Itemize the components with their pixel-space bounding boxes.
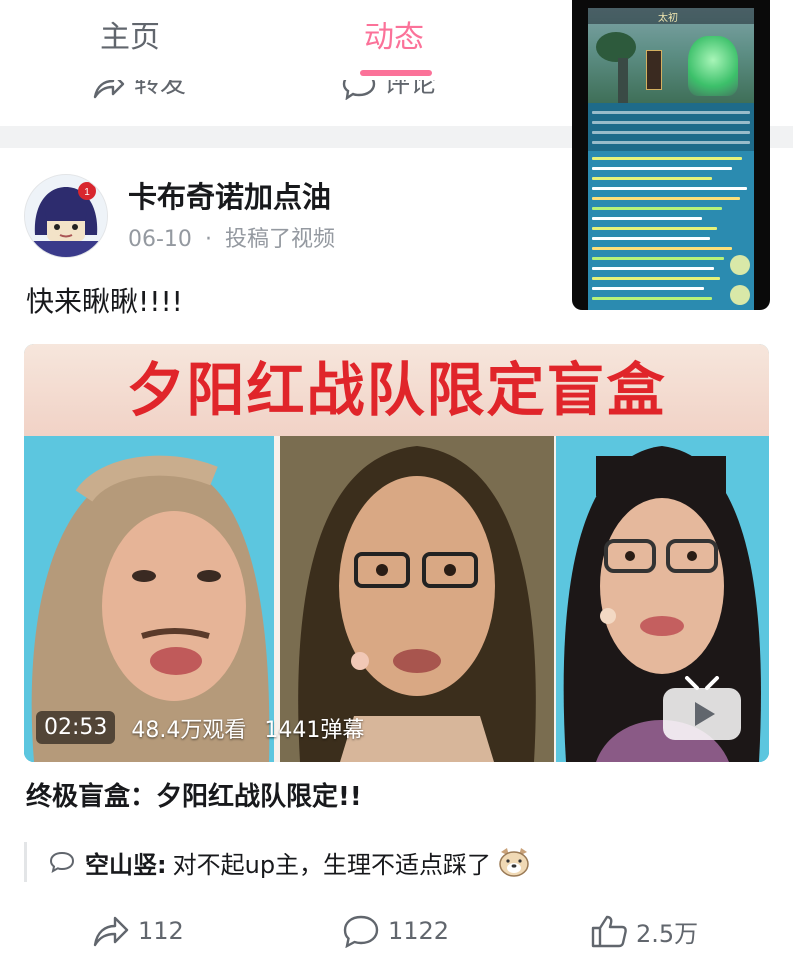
comment-count: 1122 <box>388 917 450 945</box>
log-line <box>592 227 717 230</box>
post-meta: 06-10 · 投稿了视频 <box>128 224 341 256</box>
log-line <box>592 277 720 280</box>
comment-bubble-icon <box>49 851 75 873</box>
stat-line <box>592 131 750 134</box>
log-line <box>592 287 704 290</box>
log-line <box>592 247 732 250</box>
game-scene: 太初 <box>588 8 754 103</box>
hot-comment-user[interactable]: 空山竖: <box>85 845 167 880</box>
mini-player-title: 太初 <box>658 13 678 24</box>
hot-comment-text: 对不起up主，生理不适点踩了 <box>172 850 492 879</box>
comment-icon <box>343 915 379 948</box>
author-name[interactable]: 卡布奇诺加点油 <box>128 178 331 216</box>
log-line <box>592 177 712 180</box>
svg-text:1: 1 <box>84 187 90 198</box>
thumbs-up-icon <box>591 915 627 948</box>
video-title[interactable]: 终极盲盒：夕阳红战队限定!! <box>26 778 362 816</box>
log-line <box>592 157 742 160</box>
game-log-panel <box>588 151 754 310</box>
post-text: 快来瞅瞅!!!! <box>26 285 183 318</box>
log-line <box>592 297 712 300</box>
video-cover-headline: 夕阳红战队限定盲盒 <box>126 356 667 424</box>
post-action-text: 投稿了视频 <box>224 227 335 252</box>
active-tab-indicator <box>360 70 432 76</box>
tab-dynamic[interactable]: 动态 <box>364 18 424 58</box>
share-icon <box>93 916 129 947</box>
game-stats-panel <box>588 103 754 151</box>
stat-line <box>592 141 750 144</box>
log-line <box>592 267 714 270</box>
dynamic-feed-page: 转发 评论 主页 动态 太初 1 卡布奇诺加点油 06-10 · 投稿了视频 快… <box>0 0 793 960</box>
menu-icon <box>730 285 750 305</box>
avatar-image: 1 <box>25 175 107 257</box>
log-line <box>592 207 722 210</box>
scene-sign <box>646 50 662 90</box>
dog-emoji-icon <box>499 848 529 877</box>
scene-tree <box>596 32 636 62</box>
post-date: 06-10 <box>128 227 192 252</box>
like-button[interactable]: 2.5万 <box>590 910 698 952</box>
floating-mini-player[interactable]: 太初 <box>572 0 770 310</box>
log-line <box>592 217 702 220</box>
log-line <box>592 257 724 260</box>
scene-pillar <box>618 58 628 103</box>
like-count: 2.5万 <box>636 919 699 948</box>
video-duration: 02:53 <box>36 711 116 744</box>
stat-line <box>592 121 750 124</box>
forward-count: 112 <box>138 917 184 945</box>
log-line <box>592 197 740 200</box>
play-video-icon[interactable] <box>661 676 743 742</box>
scene-character <box>688 36 738 96</box>
forward-button[interactable]: 112 <box>92 910 184 952</box>
video-stats: 02:53 48.4万观看 1441弹幕 <box>36 711 364 744</box>
log-line <box>592 167 732 170</box>
video-danmaku-count: 1441弹幕 <box>264 717 365 743</box>
author-avatar[interactable]: 1 <box>24 174 108 258</box>
log-line <box>592 237 710 240</box>
tab-home[interactable]: 主页 <box>100 18 160 58</box>
log-line <box>592 187 747 190</box>
video-card[interactable]: 夕阳红战队限定盲盒 02:53 48.4万观看 1441弹幕 <box>24 344 769 762</box>
video-views: 48.4万观看 <box>131 717 247 743</box>
chat-icon <box>730 255 750 275</box>
hot-comment[interactable]: 空山竖: 对不起up主，生理不适点踩了 <box>24 842 531 882</box>
stat-line <box>592 111 750 114</box>
mini-player-screen: 太初 <box>588 8 754 310</box>
meta-separator: · <box>204 227 212 252</box>
comment-button[interactable]: 1122 <box>342 910 449 952</box>
video-cover-banner: 夕阳红战队限定盲盒 <box>24 344 769 436</box>
